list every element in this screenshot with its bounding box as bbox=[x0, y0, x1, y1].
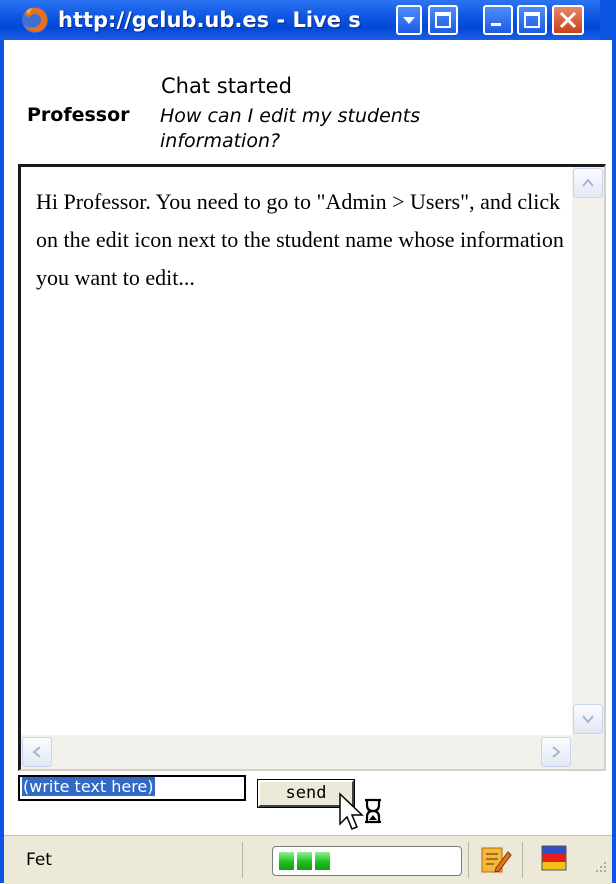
title-bar[interactable]: http://gclub.ub.es - Live s bbox=[0, 0, 616, 40]
vertical-scrollbar[interactable] bbox=[572, 167, 604, 735]
progress-segment bbox=[279, 852, 294, 870]
user-name: Professor bbox=[27, 104, 130, 126]
chevron-right-icon bbox=[552, 746, 561, 758]
user-question: How can I edit my students information? bbox=[160, 105, 421, 152]
chevron-up-icon bbox=[582, 178, 594, 187]
horizontal-scrollbar[interactable] bbox=[21, 735, 572, 769]
message-input[interactable]: (write text here) bbox=[18, 775, 246, 801]
maximize-button[interactable] bbox=[517, 5, 547, 35]
maximize-icon bbox=[524, 12, 540, 28]
window-title: http://gclub.ub.es - Live s bbox=[58, 8, 361, 32]
scroll-down-button[interactable] bbox=[573, 704, 603, 734]
window-frame-left bbox=[0, 40, 4, 883]
status-text: Fet bbox=[26, 850, 52, 870]
resize-grip-icon[interactable] bbox=[590, 858, 610, 878]
message-input-text: (write text here) bbox=[22, 777, 155, 796]
scroll-up-button[interactable] bbox=[573, 168, 603, 198]
scroll-corner bbox=[572, 735, 604, 769]
status-bar: Fet bbox=[4, 835, 612, 884]
window-frame-right bbox=[612, 40, 616, 883]
scroll-left-button[interactable] bbox=[22, 737, 52, 767]
status-separator bbox=[468, 842, 469, 878]
minimize-icon bbox=[491, 23, 501, 26]
chevron-down-icon bbox=[582, 715, 594, 724]
progress-bar bbox=[272, 846, 462, 876]
status-separator bbox=[522, 842, 523, 878]
chevron-left-icon bbox=[32, 746, 41, 758]
chat-message: Hi Professor. You need to go to "Admin >… bbox=[36, 189, 564, 290]
close-button[interactable] bbox=[552, 5, 584, 35]
menu-arrow-icon bbox=[403, 17, 415, 24]
flag-icon[interactable] bbox=[536, 844, 570, 876]
restore-button[interactable] bbox=[428, 5, 458, 35]
title-bar-edge bbox=[600, 0, 616, 40]
menu-arrow-button[interactable] bbox=[396, 5, 422, 35]
firefox-icon bbox=[22, 7, 48, 33]
chat-status: Chat started bbox=[161, 74, 292, 98]
minimize-button[interactable] bbox=[483, 5, 513, 35]
progress-segment bbox=[315, 852, 330, 870]
close-icon bbox=[559, 11, 577, 29]
notes-icon[interactable] bbox=[478, 844, 512, 876]
restore-icon bbox=[435, 12, 451, 28]
progress-segment bbox=[297, 852, 312, 870]
scroll-right-button[interactable] bbox=[541, 737, 571, 767]
chat-panel[interactable]: Hi Professor. You need to go to "Admin >… bbox=[18, 164, 606, 771]
status-separator bbox=[242, 842, 243, 878]
busy-cursor-icon bbox=[339, 792, 381, 830]
